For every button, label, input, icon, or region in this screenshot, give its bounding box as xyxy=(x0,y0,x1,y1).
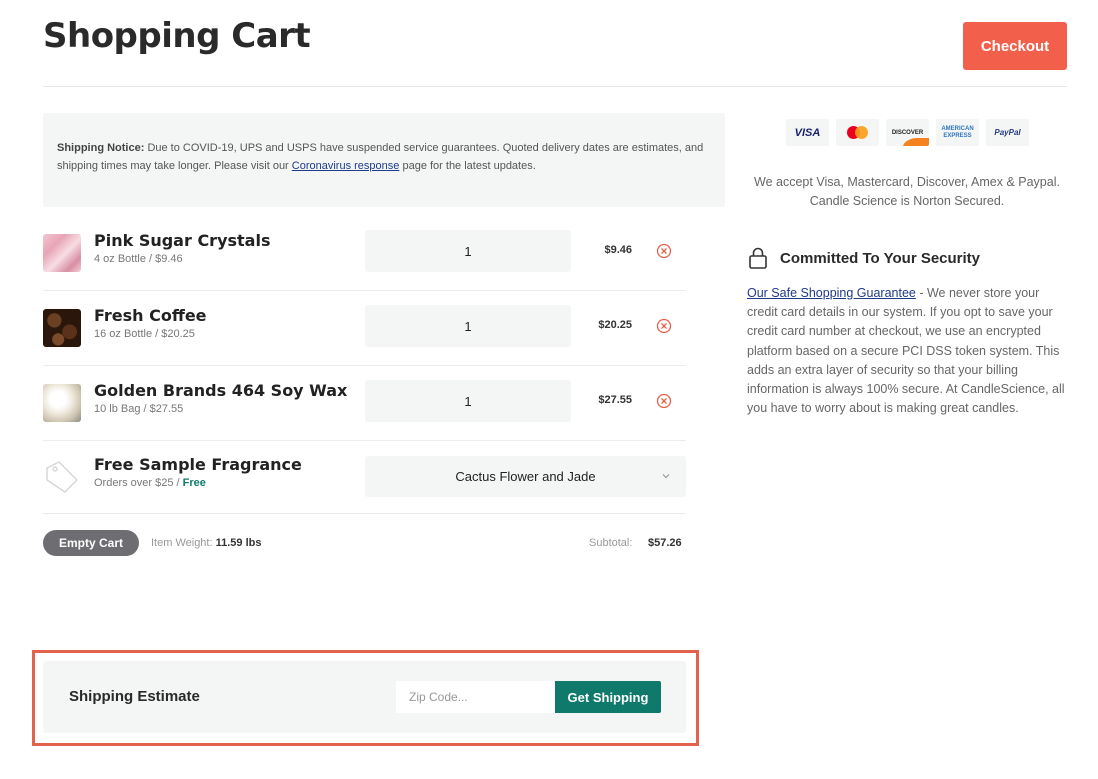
security-body: - We never store your credit card detail… xyxy=(747,286,1065,416)
cart-item: Pink Sugar Crystals 4 oz Bottle / $9.46 … xyxy=(43,216,686,291)
remove-item-icon[interactable] xyxy=(656,318,672,334)
zip-code-input[interactable] xyxy=(396,681,555,713)
checkout-button[interactable]: Checkout xyxy=(963,22,1067,70)
paypal-icon: PayPal xyxy=(986,119,1029,146)
item-detail: 10 lb Bag / $27.55 xyxy=(94,403,184,415)
notice-text-end: page for the latest updates. xyxy=(399,160,536,172)
fragrance-selected: Cactus Flower and Jade xyxy=(455,469,596,484)
remove-item-icon[interactable] xyxy=(656,243,672,259)
coffee-beans-image xyxy=(43,309,81,347)
safe-shopping-link[interactable]: Our Safe Shopping Guarantee xyxy=(747,286,916,300)
chevron-down-icon xyxy=(662,474,670,479)
mastercard-icon xyxy=(836,119,879,146)
sample-detail: Orders over $25 / Free xyxy=(94,477,206,489)
visa-icon: VISA xyxy=(786,119,829,146)
discover-icon: DISCOVER xyxy=(886,119,929,146)
sample-detail-prefix: Orders over $25 / xyxy=(94,477,183,489)
lock-icon xyxy=(749,247,767,269)
norton-line: Candle Science is Norton Secured. xyxy=(809,194,1005,208)
remove-item-icon[interactable] xyxy=(656,393,672,409)
cart-item: Fresh Coffee 16 oz Bottle / $20.25 $20.2… xyxy=(43,291,686,366)
shipping-estimate: Shipping Estimate Get Shipping xyxy=(43,661,686,733)
get-shipping-button[interactable]: Get Shipping xyxy=(555,681,661,713)
page-title: Shopping Cart xyxy=(43,16,311,56)
quantity-input[interactable] xyxy=(365,305,571,347)
security-title: Committed To Your Security xyxy=(780,250,981,267)
item-price: $27.55 xyxy=(598,394,632,406)
item-name: Pink Sugar Crystals xyxy=(94,231,271,250)
item-price: $9.46 xyxy=(604,244,632,256)
item-detail: 4 oz Bottle / $9.46 xyxy=(94,253,183,265)
notice-label: Shipping Notice: xyxy=(57,142,145,154)
subtotal-value: $57.26 xyxy=(648,537,682,549)
pink-sugar-image xyxy=(43,234,81,272)
tag-icon xyxy=(46,461,78,493)
fragrance-select[interactable]: Cactus Flower and Jade xyxy=(365,456,686,497)
accept-line: We accept Visa, Mastercard, Discover, Am… xyxy=(754,175,1060,189)
item-weight: Item Weight: 11.59 lbs xyxy=(151,537,261,549)
soy-wax-image xyxy=(43,384,81,422)
security-text: Our Safe Shopping Guarantee - We never s… xyxy=(747,284,1072,418)
free-sample-row: Free Sample Fragrance Orders over $25 / … xyxy=(43,440,686,514)
amex-icon: AMERICAN EXPRESS xyxy=(936,119,979,146)
subtotal-label: Subtotal: xyxy=(589,537,633,549)
quantity-input[interactable] xyxy=(365,230,571,272)
payment-accept-text: We accept Visa, Mastercard, Discover, Am… xyxy=(747,173,1067,211)
weight-value: 11.59 lbs xyxy=(215,537,262,549)
item-name: Golden Brands 464 Soy Wax xyxy=(94,381,348,400)
sample-name: Free Sample Fragrance xyxy=(94,455,302,474)
quantity-input[interactable] xyxy=(365,380,571,422)
weight-label: Item Weight: xyxy=(151,537,213,549)
cart-item: Golden Brands 464 Soy Wax 10 lb Bag / $2… xyxy=(43,366,686,441)
shipping-title: Shipping Estimate xyxy=(69,688,200,705)
item-name: Fresh Coffee xyxy=(94,306,207,325)
header-divider xyxy=(43,86,1067,87)
shipping-notice: Shipping Notice: Due to COVID-19, UPS an… xyxy=(43,113,725,207)
free-label: Free xyxy=(182,477,206,489)
item-detail: 16 oz Bottle / $20.25 xyxy=(94,328,195,340)
coronavirus-response-link[interactable]: Coronavirus response xyxy=(292,160,400,172)
item-price: $20.25 xyxy=(598,319,632,331)
empty-cart-button[interactable]: Empty Cart xyxy=(43,530,139,556)
payment-cards: VISA DISCOVER AMERICAN EXPRESS PayPal xyxy=(786,119,1029,146)
